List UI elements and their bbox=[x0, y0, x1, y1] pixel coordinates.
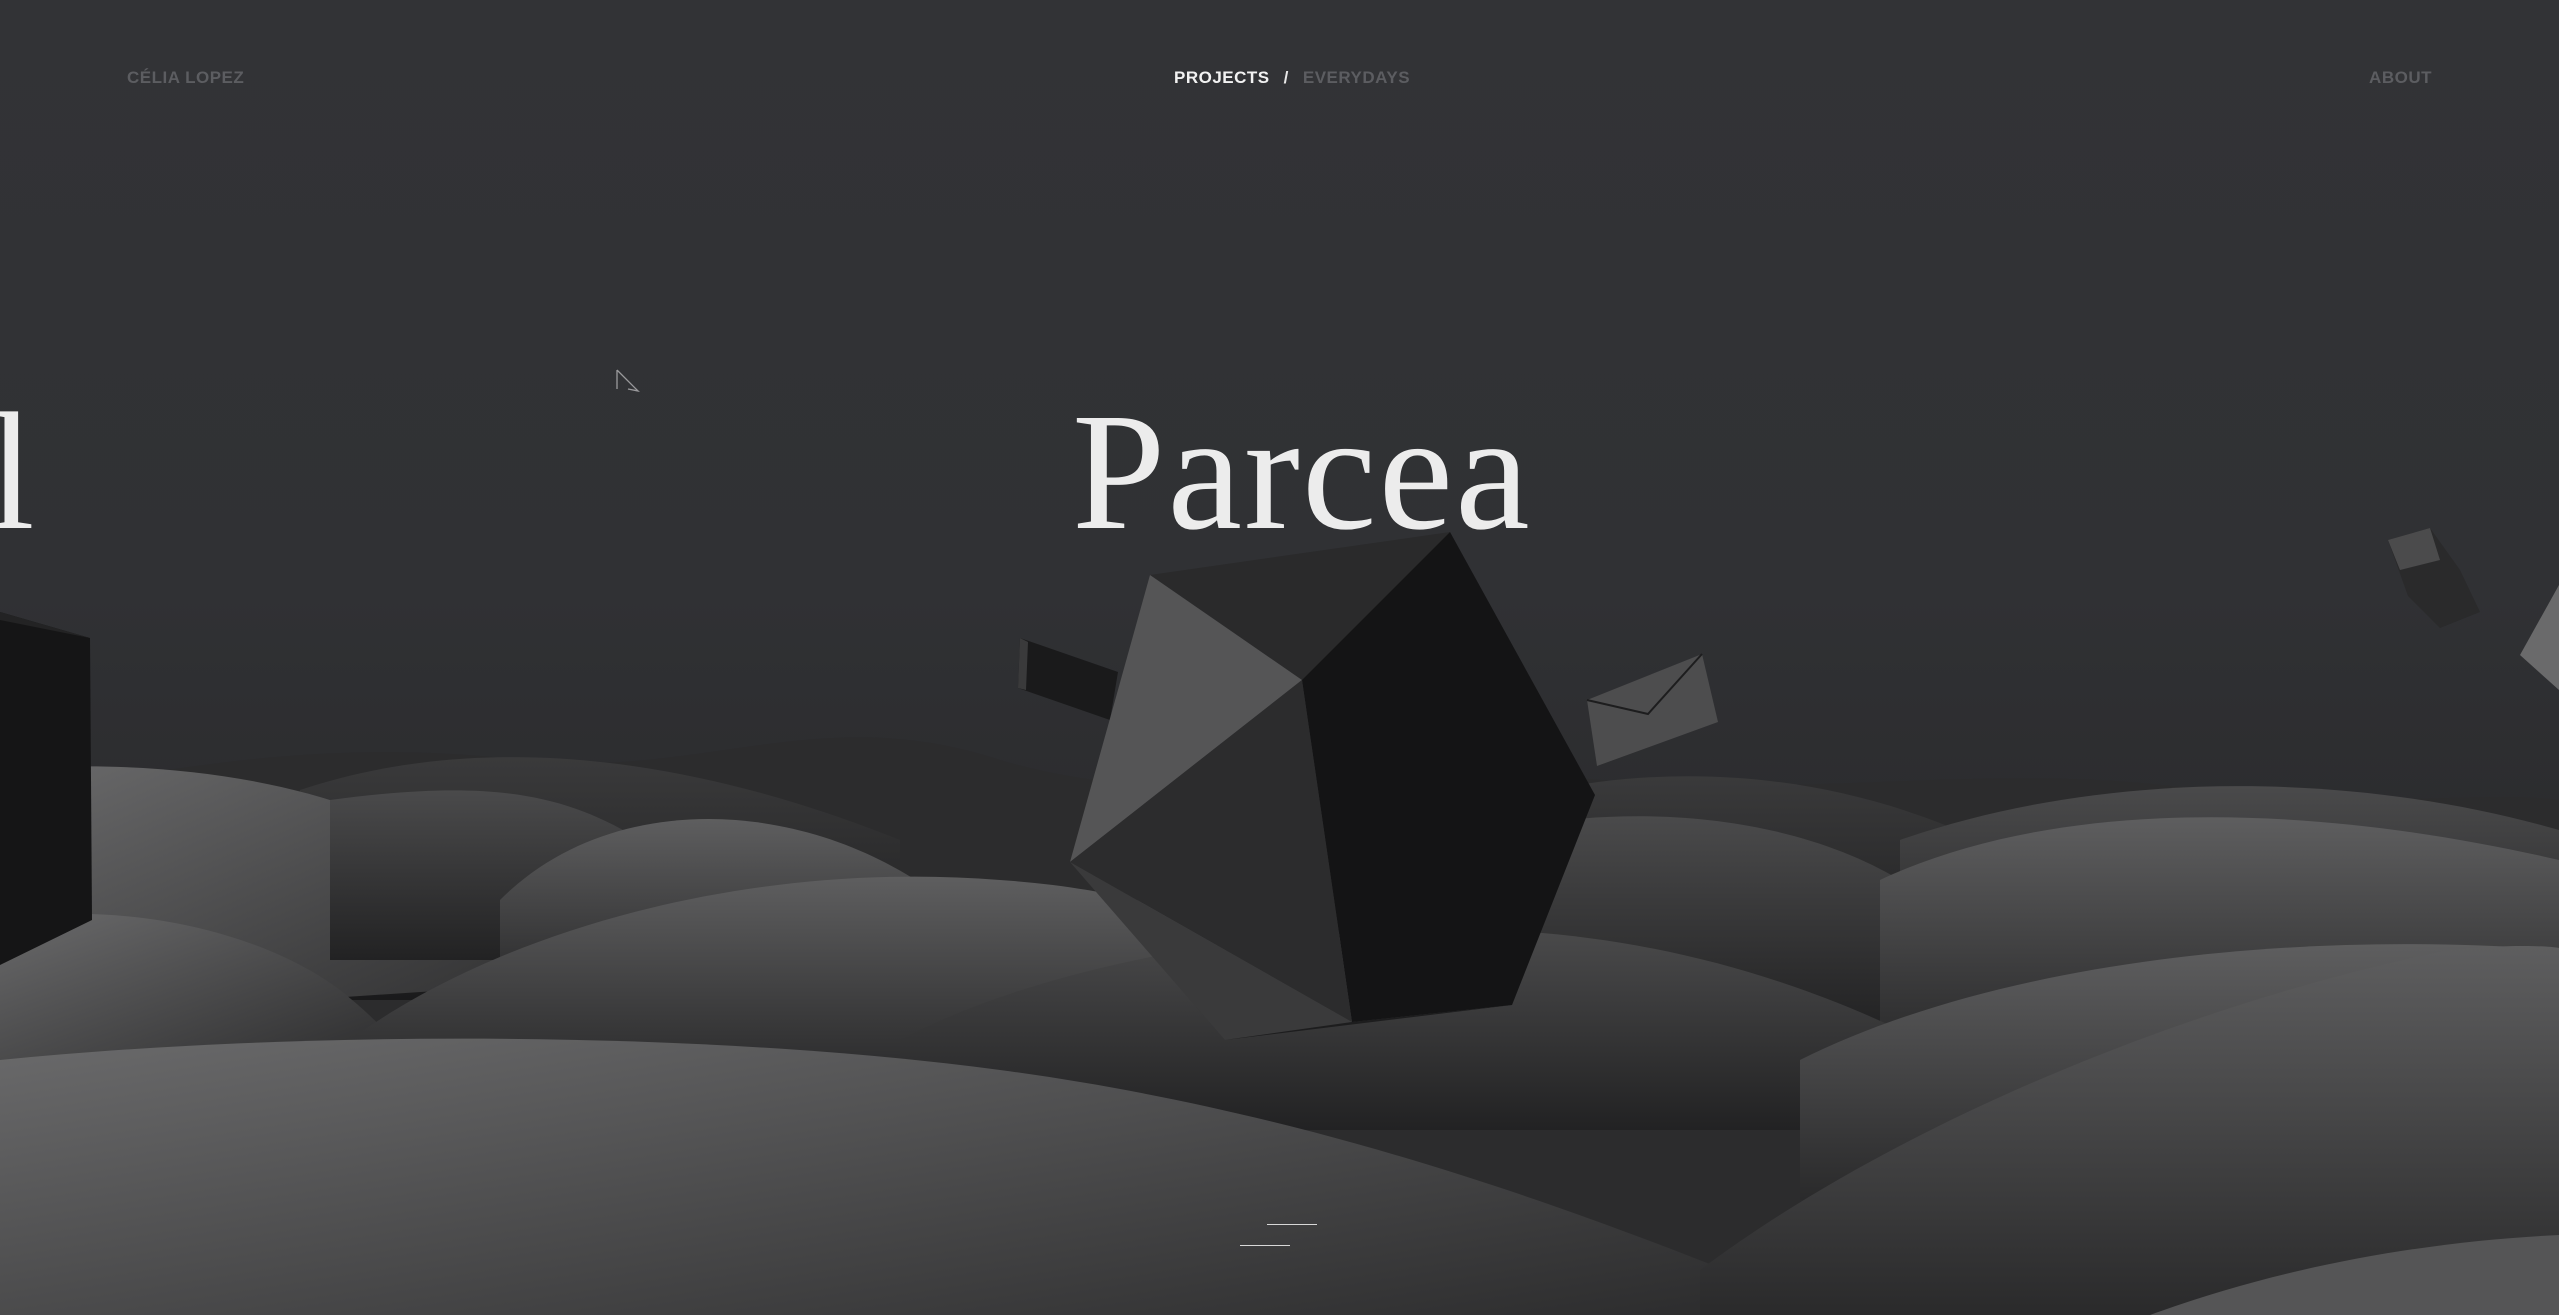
project-title[interactable]: Parcea bbox=[1072, 388, 1532, 556]
slide-indicator-icon[interactable] bbox=[1240, 1221, 1320, 1249]
about-link[interactable]: ABOUT bbox=[2369, 68, 2432, 88]
scene-illustration bbox=[0, 528, 2559, 1315]
nav-projects-link[interactable]: PROJECTS bbox=[1174, 68, 1270, 87]
cube-left bbox=[0, 612, 92, 965]
arrow-cursor-icon bbox=[616, 369, 640, 393]
shape-right-edge bbox=[2520, 585, 2559, 690]
previous-project-title[interactable]: l bbox=[0, 388, 35, 556]
slide-indicator-bar bbox=[1240, 1245, 1290, 1246]
main-nav: PROJECTS / EVERYDAYS bbox=[1174, 68, 1410, 88]
brand-logo[interactable]: CÉLIA LOPEZ bbox=[127, 68, 244, 88]
small-box-left bbox=[1018, 638, 1118, 720]
slide-indicator-bar bbox=[1267, 1224, 1317, 1225]
nav-separator: / bbox=[1283, 68, 1289, 87]
nav-everydays-link[interactable]: EVERYDAYS bbox=[1303, 68, 1410, 87]
hero-stage: CÉLIA LOPEZ PROJECTS / EVERYDAYS ABOUT l P… bbox=[0, 0, 2559, 1315]
